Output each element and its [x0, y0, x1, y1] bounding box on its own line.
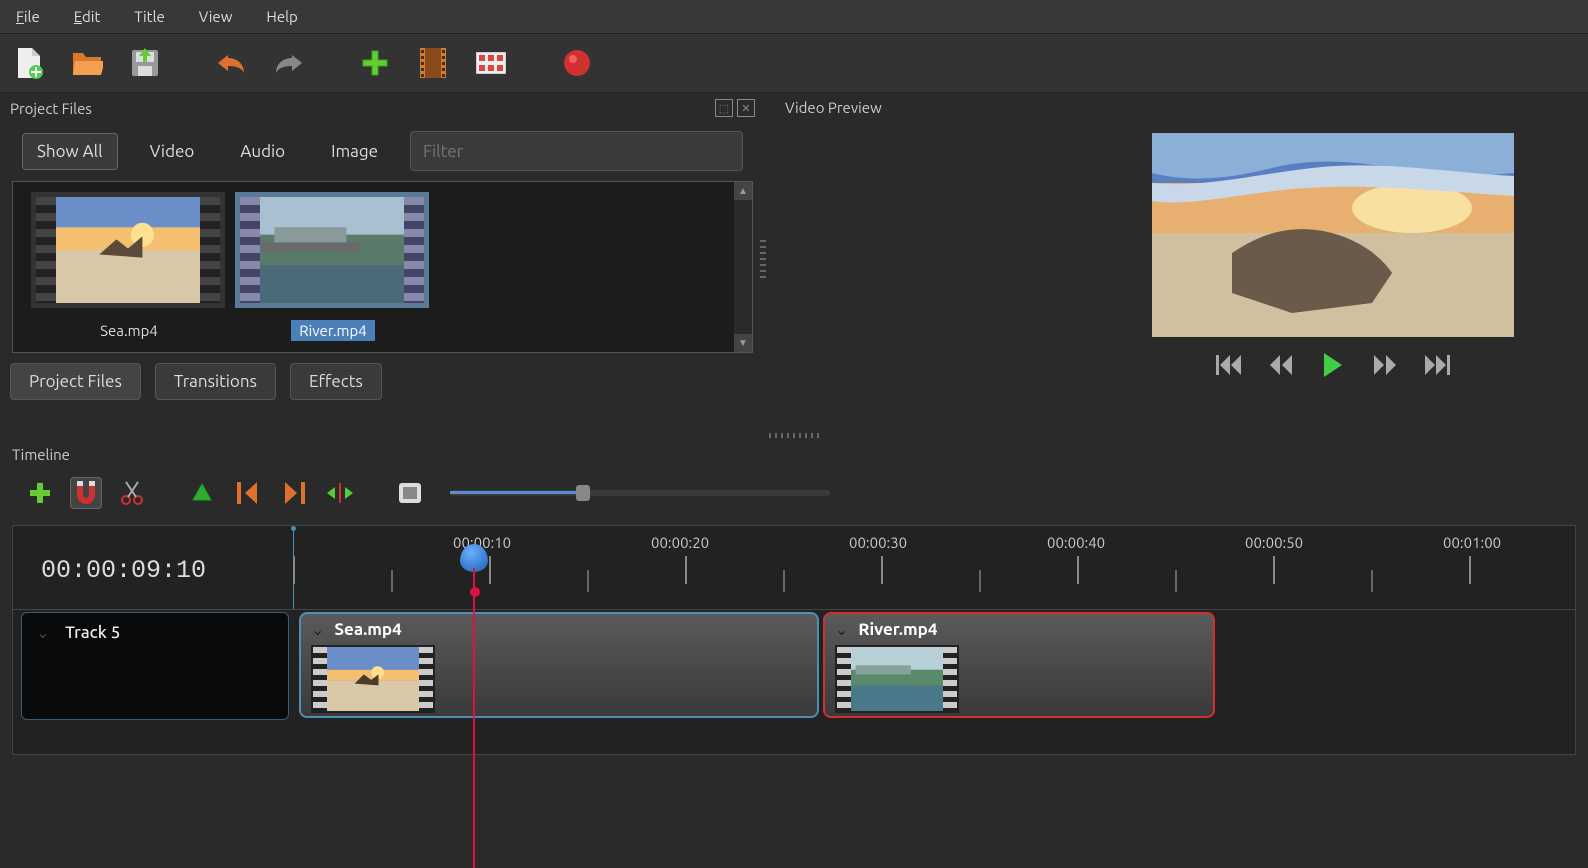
project-files-label: Project Files [10, 100, 92, 117]
tick-label: 00:01:00 [1443, 534, 1501, 551]
files-scrollbar[interactable]: ▲ ▼ [734, 182, 752, 352]
center-playhead-icon[interactable] [324, 477, 356, 509]
video-preview-panel: Video Preview [765, 93, 1588, 429]
rewind-icon[interactable] [1265, 353, 1297, 377]
zoom-slider[interactable] [450, 490, 830, 496]
panel-undock-icon[interactable]: ⬚ [715, 99, 733, 117]
file-name-label: River.mp4 [291, 320, 374, 341]
film-icon[interactable] [414, 44, 452, 82]
tab-project-files[interactable]: Project Files [10, 363, 141, 400]
filter-video-button[interactable]: Video [136, 134, 209, 169]
redo-icon[interactable] [270, 44, 308, 82]
current-time-display: 00:00:09:10 [41, 556, 206, 585]
main-toolbar [0, 33, 1588, 93]
play-icon[interactable] [1317, 353, 1349, 377]
add-icon[interactable] [356, 44, 394, 82]
track-name-label: Track 5 [65, 623, 120, 642]
preview-image [1152, 133, 1514, 337]
track-row: ⌄ Track 5 ⌄ Sea.mp4 ⌄ [13, 610, 1575, 722]
files-list: Sea.mp4 River.mp4 ▲ ▼ [12, 181, 753, 353]
filter-show-all-button[interactable]: Show All [22, 133, 118, 170]
track-header[interactable]: ⌄ Track 5 [21, 612, 289, 720]
menu-file[interactable]: File [10, 4, 46, 29]
prev-marker-icon[interactable] [232, 477, 264, 509]
marker-icon[interactable] [186, 477, 218, 509]
timeline-toolbar [10, 467, 1578, 519]
menubar: File Edit Title View Help [0, 0, 1588, 33]
chevron-down-icon[interactable]: ⌄ [311, 620, 324, 639]
open-file-icon[interactable] [68, 44, 106, 82]
filter-image-button[interactable]: Image [317, 134, 392, 169]
add-track-icon[interactable] [24, 477, 56, 509]
project-files-panel: Project Files ⬚ ✕ Show All Video Audio I… [0, 93, 765, 429]
scroll-down-icon[interactable]: ▼ [734, 334, 752, 352]
chevron-down-icon[interactable]: ⌄ [36, 624, 49, 642]
storyboard-icon[interactable] [472, 44, 510, 82]
scroll-up-icon[interactable]: ▲ [734, 182, 752, 200]
tick-label: 00:00:20 [651, 534, 709, 551]
zoom-slider-handle[interactable] [576, 485, 590, 501]
tick-label: 00:00:40 [1047, 534, 1105, 551]
timeline-clip[interactable]: ⌄ Sea.mp4 [299, 612, 819, 718]
save-file-icon[interactable] [126, 44, 164, 82]
timeline-ruler[interactable]: 00:00:09:10 00:00:10 00:00:20 00:00:30 0… [13, 526, 1575, 610]
timeline-area[interactable]: 00:00:09:10 00:00:10 00:00:20 00:00:30 0… [12, 525, 1576, 755]
panel-close-icon[interactable]: ✕ [737, 99, 755, 117]
menu-help[interactable]: Help [260, 4, 303, 29]
menu-view[interactable]: View [193, 4, 239, 29]
tab-transitions[interactable]: Transitions [155, 363, 276, 400]
razor-icon[interactable] [116, 477, 148, 509]
skip-start-icon[interactable] [1213, 353, 1245, 377]
record-icon[interactable] [558, 44, 596, 82]
filter-input[interactable] [410, 131, 743, 171]
tick-label: 00:00:50 [1245, 534, 1303, 551]
clip-name-label: River.mp4 [858, 620, 937, 639]
video-preview-label: Video Preview [785, 99, 882, 116]
new-file-icon[interactable] [10, 44, 48, 82]
forward-icon[interactable] [1369, 353, 1401, 377]
file-name-label: Sea.mp4 [92, 320, 166, 341]
next-marker-icon[interactable] [278, 477, 310, 509]
filter-audio-button[interactable]: Audio [226, 134, 299, 169]
zoom-fit-icon[interactable] [394, 477, 426, 509]
timeline-label: Timeline [10, 442, 1578, 467]
menu-title[interactable]: Title [128, 4, 170, 29]
playhead[interactable] [474, 544, 502, 572]
tick-label: 00:00:30 [849, 534, 907, 551]
clip-name-label: Sea.mp4 [334, 620, 401, 639]
skip-end-icon[interactable] [1421, 353, 1453, 377]
undo-icon[interactable] [212, 44, 250, 82]
menu-edit[interactable]: Edit [68, 4, 107, 29]
panel-splitter-horizontal[interactable] [769, 433, 819, 438]
file-item[interactable]: River.mp4 [235, 188, 431, 346]
tab-effects[interactable]: Effects [290, 363, 382, 400]
timeline-clip[interactable]: ⌄ River.mp4 [823, 612, 1215, 718]
file-item[interactable]: Sea.mp4 [31, 188, 227, 346]
timeline-panel: Timeline 00:00:09:10 00:00:10 00:00:20 0… [0, 442, 1588, 755]
transport-controls [1152, 353, 1514, 377]
snap-icon[interactable] [70, 477, 102, 509]
chevron-down-icon[interactable]: ⌄ [835, 620, 848, 639]
